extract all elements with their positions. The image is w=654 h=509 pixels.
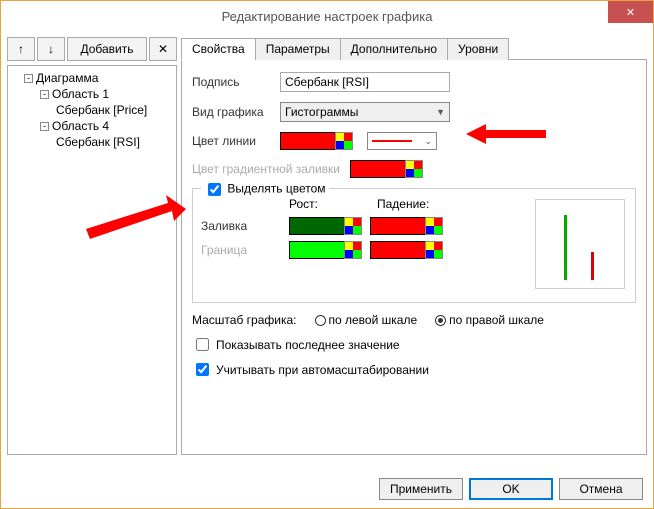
fill-label: Заливка [201, 219, 281, 233]
gradient-label: Цвет градиентной заливки [192, 162, 342, 176]
fill-down-swatch[interactable] [370, 217, 426, 235]
chevron-down-icon: ▼ [436, 107, 445, 117]
color-picker-icon[interactable] [344, 217, 362, 235]
scale-label: Масштаб графика: [192, 313, 297, 327]
move-down-button[interactable]: ↓ [37, 37, 65, 61]
gradient-color-swatch[interactable] [350, 160, 406, 178]
ok-button[interactable]: OK [469, 478, 553, 500]
caption-input[interactable] [280, 72, 450, 92]
tree-area[interactable]: -Область 4 [10, 118, 174, 134]
color-picker-icon[interactable] [425, 217, 443, 235]
tab-content: Подпись Вид графика Гистограммы ▼ Цвет л… [181, 60, 647, 455]
tree-item[interactable]: Сбербанк [RSI] [10, 134, 174, 150]
expand-icon[interactable]: - [40, 122, 49, 131]
preview-bar-up [564, 215, 567, 280]
diagram-tree[interactable]: -Диаграмма -Область 1 Сбербанк [Price] -… [7, 65, 177, 455]
chart-type-label: Вид графика [192, 105, 272, 119]
delete-button[interactable]: ✕ [149, 37, 177, 61]
window-title: Редактирование настроек графика [222, 9, 433, 24]
highlight-group: Выделять цветом Рост: Падение: Заливка [192, 188, 636, 303]
show-last-label: Показывать последнее значение [216, 338, 400, 352]
color-picker-icon[interactable] [344, 241, 362, 259]
caption-label: Подпись [192, 75, 272, 89]
dialog-window: Редактирование настроек графика ✕ ↑ ↓ До… [0, 0, 654, 509]
highlight-label: Выделять цветом [227, 182, 325, 196]
color-picker-icon[interactable] [425, 241, 443, 259]
line-color-label: Цвет линии [192, 134, 272, 148]
dialog-buttons: Применить OK Отмена [379, 478, 643, 500]
tab-additional[interactable]: Дополнительно [340, 38, 448, 60]
move-up-button[interactable]: ↑ [7, 37, 35, 61]
chevron-down-icon: ⌄ [424, 136, 432, 147]
color-picker-icon[interactable] [335, 132, 353, 150]
scale-left-radio[interactable]: по левой шкале [315, 313, 418, 327]
tree-toolbar: ↑ ↓ Добавить ✕ [7, 37, 177, 61]
growth-label: Рост: [289, 197, 369, 211]
tree-item[interactable]: Сбербанк [Price] [10, 102, 174, 118]
cancel-button[interactable]: Отмена [559, 478, 643, 500]
tree-root[interactable]: -Диаграмма [10, 70, 174, 86]
autoscale-checkbox[interactable] [196, 363, 209, 376]
line-color-swatch[interactable] [280, 132, 336, 150]
border-label: Граница [201, 243, 281, 257]
tab-parameters[interactable]: Параметры [255, 38, 341, 60]
fall-label: Падение: [377, 197, 429, 211]
preview-bar-down [591, 252, 594, 280]
tab-levels[interactable]: Уровни [447, 38, 509, 60]
line-sample-icon [372, 140, 412, 142]
show-last-checkbox[interactable] [196, 338, 209, 351]
tree-area[interactable]: -Область 1 [10, 86, 174, 102]
titlebar: Редактирование настроек графика ✕ [1, 1, 653, 31]
fill-up-swatch[interactable] [289, 217, 345, 235]
tab-properties[interactable]: Свойства [181, 38, 256, 60]
chart-type-combo[interactable]: Гистограммы ▼ [280, 102, 450, 122]
color-picker-icon[interactable] [405, 160, 423, 178]
autoscale-label: Учитывать при автомасштабировании [216, 363, 429, 377]
apply-button[interactable]: Применить [379, 478, 463, 500]
close-button[interactable]: ✕ [608, 1, 653, 23]
chart-preview [535, 199, 625, 289]
border-up-swatch[interactable] [289, 241, 345, 259]
scale-right-radio[interactable]: по правой шкале [435, 313, 544, 327]
border-down-swatch[interactable] [370, 241, 426, 259]
line-style-combo[interactable]: ⌄ [367, 132, 437, 150]
highlight-checkbox[interactable] [208, 183, 221, 196]
expand-icon[interactable]: - [24, 74, 33, 83]
expand-icon[interactable]: - [40, 90, 49, 99]
add-button[interactable]: Добавить [67, 37, 147, 61]
tab-bar: Свойства Параметры Дополнительно Уровни [181, 37, 647, 60]
